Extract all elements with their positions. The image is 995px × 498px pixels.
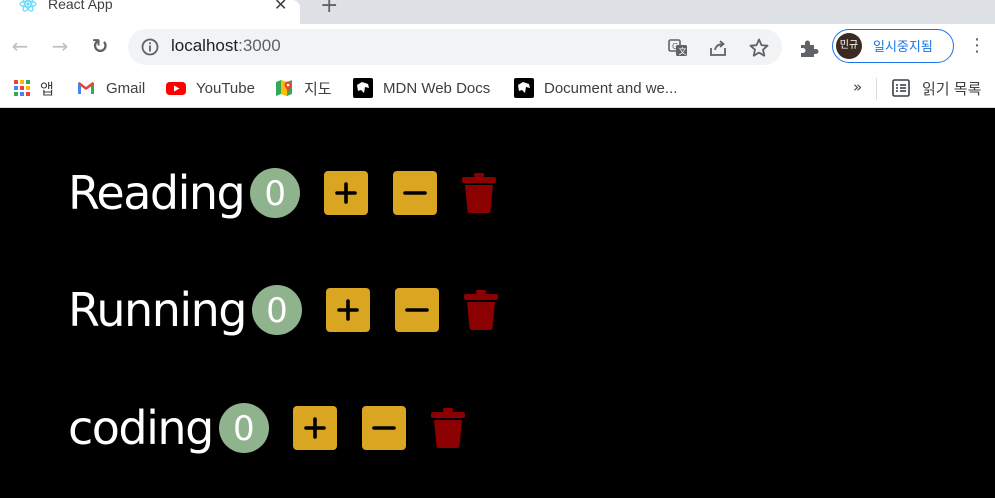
bookmark-mdn[interactable]: MDN Web Docs (353, 77, 490, 99)
new-tab-icon[interactable]: + (320, 0, 338, 18)
maps-icon (276, 80, 292, 96)
minus-icon (371, 426, 396, 430)
youtube-icon (166, 82, 186, 95)
minus-icon (403, 191, 428, 195)
avatar: 민규 (836, 33, 862, 59)
svg-text:文: 文 (679, 46, 687, 56)
extensions-puzzle-icon[interactable] (798, 37, 820, 59)
bookmark-label: YouTube (196, 79, 255, 97)
decrement-button[interactable] (395, 288, 439, 332)
profile-button[interactable]: 민규 일시중지됨 (832, 29, 954, 63)
url-host: localhost (171, 36, 239, 55)
counter-value-badge: 0 (218, 403, 269, 453)
reading-list-label: 읽기 목록 (922, 80, 982, 98)
minus-icon (405, 308, 429, 312)
decrement-button[interactable] (361, 406, 406, 450)
counter-row-reading: Reading 0 (68, 163, 499, 223)
counter-row-coding: coding 0 (68, 398, 468, 458)
increment-button[interactable] (292, 406, 337, 450)
counter-name: Reading (68, 166, 246, 220)
tab-react-app[interactable]: React App ✕ (0, 0, 300, 24)
bookmark-apps[interactable]: 앱 (12, 77, 54, 99)
bookmark-maps[interactable]: 지도 (274, 77, 332, 99)
url-port: :3000 (238, 36, 281, 55)
back-icon[interactable]: ← (8, 34, 32, 58)
address-bar[interactable]: localhost:3000 G 文 (128, 29, 782, 65)
apps-grid-icon (14, 80, 30, 96)
react-logo-icon (19, 0, 37, 12)
increment-button[interactable] (326, 288, 370, 332)
increment-button[interactable] (324, 171, 369, 215)
bookmark-label: MDN Web Docs (383, 79, 491, 97)
plus-icon (335, 182, 358, 204)
reading-list[interactable]: 읽기 목록 (891, 77, 981, 99)
bookmark-label: Document and we... (544, 79, 678, 97)
plus-icon (303, 417, 326, 439)
translate-icon[interactable]: G 文 (667, 37, 689, 59)
counter-value-badge: 0 (252, 285, 302, 335)
bookmarks-bar: 앱 Gmail YouTube 지도 MDN Web Docs Document… (0, 70, 995, 108)
counter-row-running: Running 0 (68, 280, 501, 340)
share-icon[interactable] (707, 37, 729, 59)
profile-status: 일시중지됨 (873, 40, 933, 55)
bookmark-label: Gmail (106, 79, 146, 97)
tab-strip: React App ✕ + (0, 0, 995, 24)
bookmark-star-icon[interactable] (748, 37, 770, 59)
trash-icon (464, 290, 498, 330)
reload-icon[interactable]: ↻ (88, 34, 112, 58)
counter-name: Running (68, 283, 248, 337)
bookmark-gmail[interactable]: Gmail (76, 77, 145, 99)
bookmark-document-and-web[interactable]: Document and we... (514, 77, 677, 99)
more-bookmarks-icon[interactable]: » (853, 78, 862, 96)
trash-icon (430, 408, 465, 448)
delete-button[interactable] (428, 406, 468, 450)
close-tab-icon[interactable]: ✕ (274, 0, 287, 14)
url-text: localhost:3000 (171, 36, 281, 56)
plus-icon (337, 299, 359, 321)
counter-name: coding (68, 401, 214, 455)
trash-icon (462, 173, 497, 213)
divider (876, 78, 877, 100)
decrement-button[interactable] (393, 171, 438, 215)
info-icon[interactable] (140, 37, 160, 57)
reading-list-icon (892, 79, 910, 97)
bookmark-label: 앱 (40, 80, 54, 98)
counter-value-badge: 0 (250, 168, 301, 218)
browser-toolbar: ← → ↻ localhost:3000 G 文 민규 일시중지됨 ⋮ (0, 24, 995, 70)
delete-button[interactable] (459, 171, 499, 215)
forward-icon[interactable]: → (48, 34, 72, 58)
gmail-icon (78, 82, 94, 94)
bookmark-youtube[interactable]: YouTube (166, 77, 255, 99)
svg-text:G: G (672, 42, 678, 51)
mdn-icon (514, 78, 534, 98)
mdn-icon (353, 78, 373, 98)
browser-menu-icon[interactable]: ⋮ (968, 36, 986, 56)
app-content: Reading 0 Running 0 coding 0 (0, 108, 995, 498)
bookmark-label: 지도 (304, 80, 332, 98)
tab-title: React App (48, 0, 113, 12)
delete-button[interactable] (461, 288, 501, 332)
